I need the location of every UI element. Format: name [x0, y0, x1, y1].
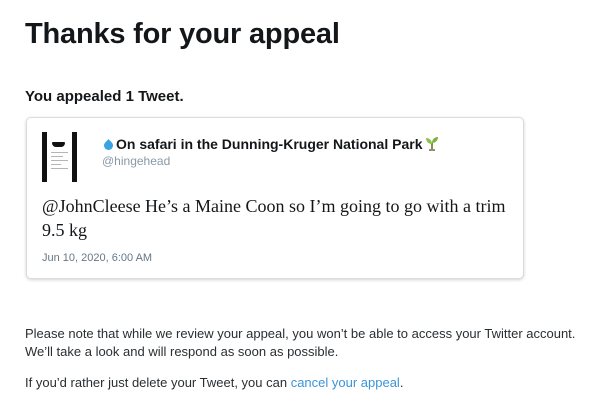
tweet-text: @JohnCleese He’s a Maine Coon so I’m goi… [42, 196, 506, 240]
delete-notice: If you’d rather just delete your Tweet, … [25, 374, 403, 392]
avatar-detail [51, 152, 68, 153]
tweet-timestamp: Jun 10, 2020, 6:00 AM [42, 252, 153, 264]
avatar[interactable] [42, 132, 77, 182]
avatar-detail [51, 156, 63, 157]
water-drop-icon [102, 139, 115, 152]
sunglasses-icon [52, 142, 65, 147]
seedling-icon [424, 136, 440, 152]
display-name-text: On safari in the Dunning-Kruger National… [116, 136, 423, 152]
review-notice: Please note that while we review your ap… [25, 326, 576, 359]
avatar-detail [51, 164, 61, 165]
delete-notice-prefix: If you’d rather just delete your Tweet, … [25, 375, 291, 390]
page-title: Thanks for your appeal [25, 18, 340, 50]
tweet-card: On safari in the Dunning-Kruger National… [26, 117, 524, 279]
tweet-author-name[interactable]: On safari in the Dunning-Kruger National… [102, 135, 440, 153]
avatar-detail [51, 160, 68, 161]
appeal-summary: You appealed 1 Tweet. [25, 88, 184, 105]
avatar-detail [51, 168, 68, 169]
delete-notice-suffix: . [399, 375, 404, 390]
cancel-appeal-link[interactable]: cancel your appeal [291, 375, 400, 390]
tweet-author-handle[interactable]: @hingehead [102, 153, 170, 169]
